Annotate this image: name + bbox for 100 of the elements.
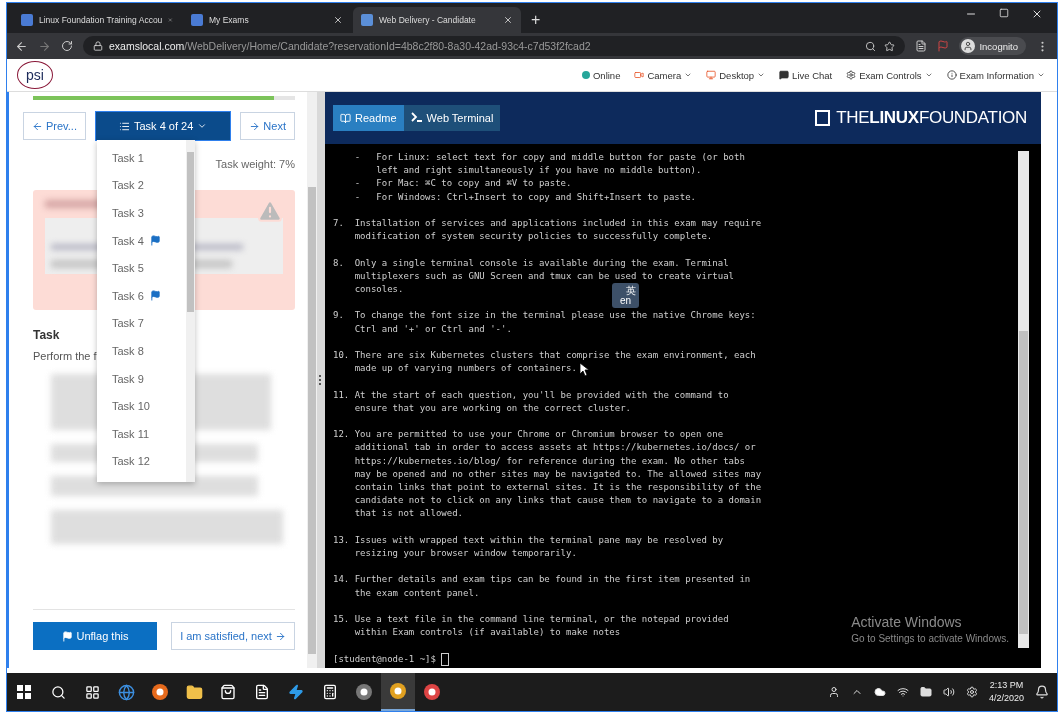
browser-icon[interactable] — [151, 683, 169, 701]
close-icon[interactable] — [1031, 8, 1043, 20]
close-icon[interactable] — [333, 15, 343, 25]
back-icon[interactable] — [15, 39, 28, 53]
folder-icon[interactable] — [185, 683, 203, 701]
terminal-line: https://kubernetes.io/blog/ for reference during the exam. No other tabs — [353, 454, 745, 468]
search-icon[interactable] — [50, 684, 66, 700]
terminal-line: - For Windows: Ctrl+Insert to copy and Shift+Insert to paste. — [353, 190, 697, 204]
volume-icon[interactable] — [942, 686, 955, 698]
terminal-line: candidate not to click on any links that cause them to navigate to a domain — [353, 494, 762, 508]
info-icon — [946, 70, 957, 80]
header-menu-item[interactable]: Camera — [634, 69, 693, 81]
windows-logo-icon[interactable] — [17, 685, 31, 699]
reload-icon[interactable] — [61, 40, 73, 52]
terminal-line: left and right simultaneously if you have no middle button). — [375, 164, 702, 178]
task-menu-item[interactable]: Task 12 — [97, 447, 186, 476]
folder-icon[interactable] — [919, 686, 932, 698]
browser-tab[interactable]: Linux Foundation Training Accou — [13, 7, 181, 33]
arrow-left-icon — [32, 120, 43, 132]
panel-tab[interactable]: Readme — [333, 105, 404, 131]
satisfied-next-button[interactable]: I am satisfied, next — [171, 622, 295, 650]
scrollbar[interactable] — [1018, 151, 1029, 648]
terminal-line: contain links that point to external sites. It is the responsibility of the — [353, 481, 762, 494]
forward-icon[interactable] — [38, 39, 51, 53]
unflag-button[interactable]: Unflag this — [33, 622, 157, 650]
task-menu-item[interactable]: Task 11 — [97, 419, 186, 448]
terminal-line: Ctrl and '+' or Ctrl and '-'. — [353, 322, 512, 336]
task-menu-item[interactable]: Task 10 — [97, 392, 186, 420]
notification-icon[interactable] — [1035, 685, 1049, 699]
book-icon — [340, 112, 351, 124]
terminal-line: 14. Further details and exam tips can be found in the first item presented in — [333, 573, 751, 587]
status-dot-icon — [581, 71, 590, 79]
header-menu-item[interactable]: Desktop — [706, 69, 766, 81]
panel-tab[interactable]: Web Terminal — [403, 105, 501, 131]
task-menu-item[interactable]: Task 3 — [97, 199, 186, 227]
store-icon[interactable] — [220, 684, 236, 700]
arrow-right-icon — [249, 120, 261, 132]
maximize-icon[interactable] — [999, 8, 1009, 18]
task-menu-item[interactable]: Task 8 — [97, 337, 186, 365]
favicon-icon — [191, 14, 203, 26]
mouse-pointer-icon — [579, 362, 589, 377]
terminal-line: may be opened and no other sites may be navigated to. The allowed sites may — [353, 467, 762, 481]
terminal-line: 13. Issues with wrapped text within the terminal pane may be resolved by — [333, 533, 724, 547]
terminal-line: that is not allowed. — [353, 507, 464, 521]
new-tab-button[interactable]: + — [523, 11, 549, 33]
task-menu-item[interactable]: Task 4 — [97, 226, 186, 255]
caret-icon — [197, 121, 208, 131]
lock-icon — [93, 41, 103, 51]
next-button[interactable]: Next — [240, 112, 295, 140]
extension-icon[interactable] — [915, 40, 928, 52]
close-icon[interactable] — [503, 15, 513, 25]
terminal-line: 10. There are six Kubernetes clusters that comprise the exam environment, each — [333, 349, 756, 362]
browser-icon[interactable] — [389, 682, 407, 700]
header-menu-item[interactable]: Exam Controls — [846, 69, 933, 81]
lightning-icon[interactable] — [288, 684, 304, 700]
task-menu-item[interactable]: Task 9 — [97, 364, 186, 393]
browser-tab[interactable]: Web Delivery - Candidate — [353, 7, 521, 33]
activation-notice: Activate Windows Go to Settings to activate Windows. — [851, 614, 1009, 644]
terminal-line: made up of varying numbers of containers. — [353, 362, 577, 376]
cloud-icon[interactable] — [873, 686, 886, 698]
gear-icon — [846, 70, 857, 80]
network-icon[interactable] — [896, 686, 909, 698]
task-menu-item[interactable]: Task 6 — [97, 281, 186, 310]
header-menu-item[interactable]: Exam Information — [946, 69, 1045, 81]
app-icon[interactable] — [254, 684, 270, 700]
terminal-line: 11. At the start of each question, you'll be provided with the command to — [333, 388, 729, 402]
splitter-handle[interactable] — [317, 92, 325, 668]
scrollbar[interactable] — [307, 92, 317, 668]
app-icon[interactable] — [355, 683, 373, 701]
bookmark-star-icon[interactable] — [884, 40, 896, 52]
browser-tab[interactable]: My Exams — [183, 7, 351, 33]
address-field[interactable]: examslocal.com/WebDelivery/Home/Candidate?reservationId=4b8c2f80-8a30-42ad-93c4-c7d53f2fcad2 — [83, 36, 906, 56]
favicon-icon — [361, 14, 373, 26]
header-menu-item[interactable]: Live Chat — [779, 69, 833, 81]
terminal-line: 12. You are permitted to use your Chrome or Chromium browser to open one — [333, 428, 724, 442]
gear-icon[interactable] — [965, 686, 978, 698]
task-menu-item[interactable]: Task 2 — [97, 171, 186, 200]
app-icon[interactable] — [423, 683, 441, 701]
person-icon[interactable] — [827, 686, 840, 698]
previous-button[interactable]: Prev... — [23, 112, 86, 140]
terminal-cursor — [440, 652, 449, 666]
task-menu-item[interactable]: Task 7 — [97, 309, 186, 338]
input-method-badge[interactable]: 英 en — [612, 283, 639, 308]
task-view-icon[interactable] — [84, 684, 100, 700]
task-menu-item[interactable]: Task 1 — [97, 144, 186, 172]
prompt-icon — [410, 112, 423, 124]
header-menu-item[interactable]: Online — [581, 69, 621, 81]
task-menu-button[interactable]: Task 4 of 24 — [95, 111, 232, 141]
task-heading: Task — [33, 328, 61, 342]
zoom-icon[interactable] — [865, 40, 877, 52]
terminal-line: - For Linux: select text for copy and middle button for paste (or both — [353, 151, 745, 164]
terminal-line: 9. To change the font size in the terminal please use the native Chrome keys: — [333, 309, 756, 323]
calculator-icon[interactable] — [322, 684, 338, 700]
profile-button[interactable]: Incognito — [959, 37, 1026, 55]
scrollbar[interactable] — [186, 140, 195, 482]
arrow-right-icon — [274, 630, 286, 642]
clock[interactable]: 2:13 PM 4/2/2020 — [988, 679, 1024, 705]
task-intro: Perform the f — [33, 350, 97, 362]
task-menu-item[interactable]: Task 5 — [97, 254, 186, 282]
camera-icon — [634, 70, 645, 80]
